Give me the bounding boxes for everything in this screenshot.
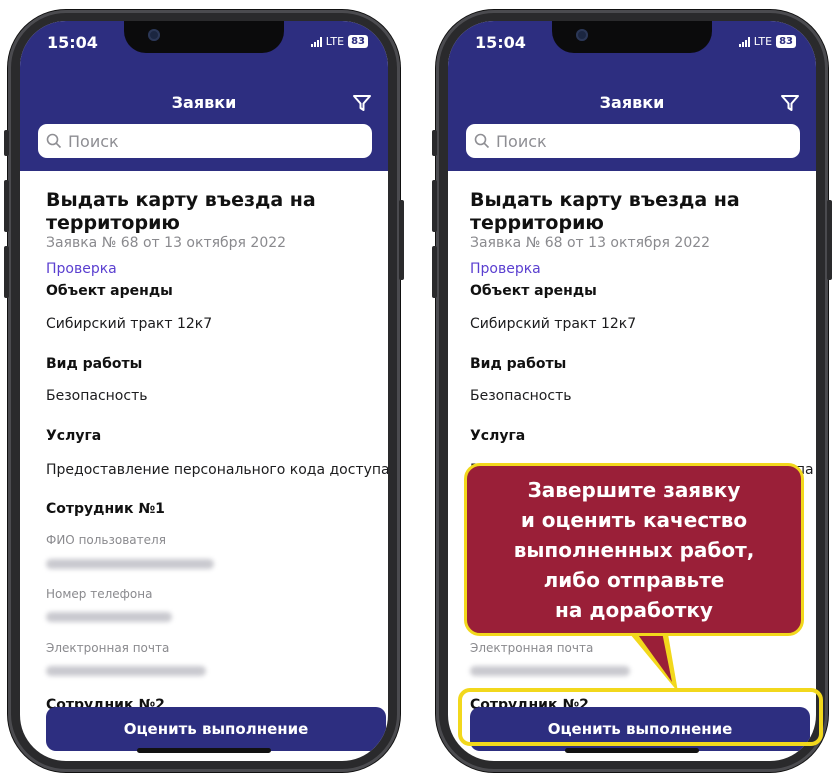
field-label-work-type: Вид работы	[470, 356, 567, 372]
request-details: Выдать карту въезда на территорию Заявка…	[448, 21, 816, 761]
request-details: Выдать карту въезда на территорию Заявка…	[20, 21, 388, 761]
employee-heading: Сотрудник №1	[46, 501, 165, 517]
employee-phone-blurred	[46, 612, 172, 622]
field-label-work-type: Вид работы	[46, 356, 143, 372]
phone-frame-right: 15:04 LTE 83 Заявки Поиск Выдать карту в…	[432, 10, 832, 772]
screen-left: 15:04 LTE 83 Заявки Поиск Выдать карту в…	[20, 21, 388, 761]
field-label-service: Услуга	[46, 428, 102, 444]
volume-up-button	[432, 180, 437, 232]
field-value-service: Предоставление персонального кода доступ…	[46, 462, 388, 478]
callout-line-5: на доработку	[555, 597, 713, 622]
field-label-object: Объект аренды	[470, 283, 597, 299]
callout-line-2: и оценить качество	[520, 507, 748, 532]
home-indicator[interactable]	[565, 748, 699, 753]
field-label-service: Услуга	[470, 428, 526, 444]
employee-email-blurred	[46, 666, 206, 676]
employee-phone-label: Номер телефона	[46, 587, 153, 601]
field-value-work-type: Безопасность	[46, 388, 148, 404]
request-number: Заявка № 68 от 13 октября 2022	[46, 235, 287, 251]
power-button	[399, 200, 404, 280]
employee-email-label: Электронная почта	[46, 641, 170, 655]
callout-line-1: Завершите заявку	[527, 477, 741, 502]
request-number: Заявка № 68 от 13 октября 2022	[470, 235, 711, 251]
mute-switch	[4, 130, 9, 156]
employee-name-label: ФИО пользователя	[46, 533, 166, 547]
home-indicator[interactable]	[137, 748, 271, 753]
employee-email-blurred	[470, 666, 630, 676]
request-title: Выдать карту въезда на территорию	[46, 189, 316, 234]
volume-down-button	[4, 246, 9, 298]
callout-line-3: выполненных работ,	[513, 537, 755, 562]
rate-completion-button[interactable]: Оценить выполнение	[46, 707, 386, 751]
power-button	[827, 200, 832, 280]
screen-right: 15:04 LTE 83 Заявки Поиск Выдать карту в…	[448, 21, 816, 761]
volume-down-button	[432, 246, 437, 298]
status-badge[interactable]: Проверка	[46, 261, 117, 277]
button-highlight	[458, 688, 823, 746]
phone-frame-left: 15:04 LTE 83 Заявки Поиск Выдать карту в…	[4, 10, 404, 772]
field-value-object: Сибирский тракт 12к7	[470, 316, 637, 332]
field-value-object: Сибирский тракт 12к7	[46, 316, 213, 332]
field-value-work-type: Безопасность	[470, 388, 572, 404]
field-label-object: Объект аренды	[46, 283, 173, 299]
employee-name-blurred	[46, 559, 214, 569]
employee-email-label: Электронная почта	[470, 641, 594, 655]
request-title: Выдать карту въезда на территорию	[470, 189, 740, 234]
callout-line-4: либо отправьте	[543, 567, 725, 592]
volume-up-button	[4, 180, 9, 232]
mute-switch	[432, 130, 437, 156]
instruction-callout: Завершите заявку и оценить качество выпо…	[464, 463, 804, 636]
status-badge[interactable]: Проверка	[470, 261, 541, 277]
